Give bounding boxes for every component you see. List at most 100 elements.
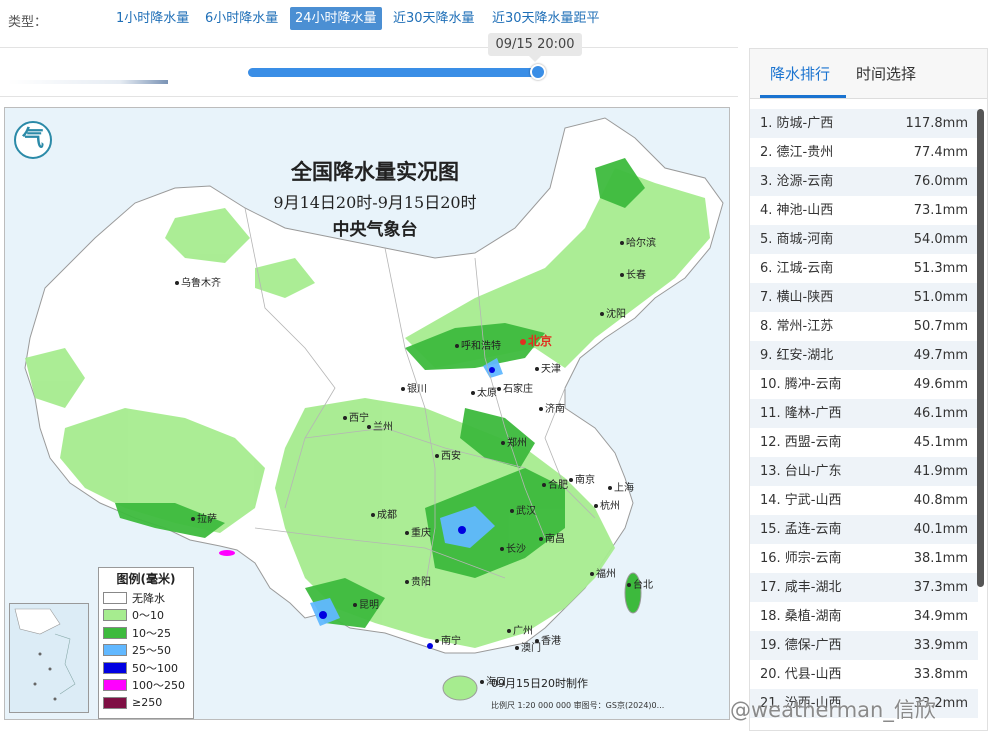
ranking-value: 51.3mm bbox=[913, 261, 968, 276]
tab-1h-precip[interactable]: 1小时降水量 bbox=[111, 7, 194, 30]
city-nanjing: 南京 bbox=[569, 471, 595, 486]
ranking-row[interactable]: 16. 师宗-云南 38.1mm bbox=[750, 544, 978, 573]
slider-fill bbox=[248, 68, 538, 77]
timeline-minibar bbox=[8, 80, 168, 84]
time-slider[interactable] bbox=[248, 64, 546, 80]
ranking-row[interactable]: 14. 宁武-山西 40.8mm bbox=[750, 486, 978, 515]
city-fuzhou: 福州 bbox=[590, 565, 616, 580]
ranking-row[interactable]: 12. 西盟-云南 45.1mm bbox=[750, 428, 978, 457]
city-taipei: 台北 bbox=[627, 576, 653, 591]
ranking-value: 51.0mm bbox=[913, 290, 968, 305]
ranking-station: 11. 隆林-广西 bbox=[760, 406, 842, 421]
city-yinchuan: 银川 bbox=[401, 380, 427, 395]
ranking-row[interactable]: 6. 江城-云南 51.3mm bbox=[750, 254, 978, 283]
cma-logo: 气 bbox=[14, 121, 52, 159]
legend-item: 无降水 bbox=[103, 589, 189, 607]
map-made-time: 09月15日20时制作 bbox=[491, 677, 588, 690]
ranking-station: 14. 宁武-山西 bbox=[760, 493, 842, 508]
app-root: 类型： 1小时降水量 6小时降水量 24小时降水量 近30天降水量 近30天降水… bbox=[0, 0, 990, 731]
legend-swatch bbox=[103, 591, 127, 604]
ranking-row[interactable]: 13. 台山-广东 41.9mm bbox=[750, 457, 978, 486]
ranking-row[interactable]: 1. 防城-广西 117.8mm bbox=[750, 109, 978, 138]
ranking-station: 17. 咸丰-湖北 bbox=[760, 580, 842, 595]
city-xining: 西宁 bbox=[343, 409, 369, 424]
tab-6h-precip[interactable]: 6小时降水量 bbox=[200, 7, 283, 30]
ranking-row[interactable]: 11. 隆林-广西 46.1mm bbox=[750, 399, 978, 428]
precip-map: 气 全国降水量实况图 9月14日20时-9月15日20时 中央气象台 乌鲁木齐 … bbox=[4, 107, 730, 720]
ranking-row[interactable]: 20. 代县-山西 33.8mm bbox=[750, 660, 978, 689]
divider bbox=[0, 96, 738, 97]
ranking-row[interactable]: 3. 沧源-云南 76.0mm bbox=[750, 167, 978, 196]
ranking-station: 4. 神池-山西 bbox=[760, 203, 834, 218]
ranking-value: 117.8mm bbox=[905, 116, 968, 131]
ranking-row[interactable]: 8. 常州-江苏 50.7mm bbox=[750, 312, 978, 341]
type-bar: 类型： 1小时降水量 6小时降水量 24小时降水量 近30天降水量 近30天降水… bbox=[0, 0, 990, 36]
ranking-value: 41.9mm bbox=[913, 464, 968, 479]
ranking-value: 34.9mm bbox=[913, 609, 968, 624]
ranking-value: 49.6mm bbox=[913, 377, 968, 392]
ranking-row[interactable]: 17. 咸丰-湖北 37.3mm bbox=[750, 573, 978, 602]
ranking-row[interactable]: 2. 德江-贵州 77.4mm bbox=[750, 138, 978, 167]
ranking-row[interactable]: 10. 腾冲-云南 49.6mm bbox=[750, 370, 978, 399]
ranking-list: 1. 防城-广西 117.8mm 2. 德江-贵州 77.4mm 3. 沧源-云南 76.… bbox=[750, 109, 978, 718]
ranking-row[interactable]: 5. 商城-河南 54.0mm bbox=[750, 225, 978, 254]
active-tab-indicator bbox=[760, 95, 846, 98]
legend-item: ≥250 bbox=[103, 694, 189, 712]
city-hangzhou: 杭州 bbox=[594, 497, 620, 512]
ranking-station: 10. 腾冲-云南 bbox=[760, 377, 842, 392]
city-shijiazhuang: 石家庄 bbox=[497, 380, 533, 395]
ranking-row[interactable]: 18. 桑植-湖南 34.9mm bbox=[750, 602, 978, 631]
slider-handle[interactable] bbox=[530, 64, 546, 80]
ranking-station: 2. 德江-贵州 bbox=[760, 145, 834, 160]
ranking-value: 76.0mm bbox=[913, 174, 968, 189]
legend-title: 图例(毫米) bbox=[116, 572, 176, 586]
ranking-station: 12. 西盟-云南 bbox=[760, 435, 842, 450]
city-taiyuan: 太原 bbox=[471, 384, 497, 399]
city-kunming: 昆明 bbox=[353, 596, 379, 611]
city-hefei: 合肥 bbox=[542, 476, 568, 491]
tab-precip-ranking[interactable]: 降水排行 bbox=[770, 63, 830, 84]
ranking-value: 33.8mm bbox=[913, 667, 968, 682]
ranking-scrollbar[interactable] bbox=[977, 109, 984, 587]
ranking-station: 20. 代县-山西 bbox=[760, 667, 842, 682]
legend-label: 25～50 bbox=[132, 644, 171, 658]
legend-swatch bbox=[103, 626, 127, 639]
tab-24h-precip[interactable]: 24小时降水量 bbox=[290, 7, 382, 30]
ranking-row[interactable]: 15. 孟连-云南 40.1mm bbox=[750, 515, 978, 544]
city-zhengzhou: 郑州 bbox=[501, 434, 527, 449]
ranking-station: 15. 孟连-云南 bbox=[760, 522, 842, 537]
panel-tabs: 降水排行 时间选择 bbox=[750, 49, 987, 99]
city-beijing: 北京 bbox=[520, 332, 552, 349]
legend-label: 0～10 bbox=[132, 609, 164, 623]
city-xian: 西安 bbox=[435, 447, 461, 462]
ranking-row[interactable]: 4. 神池-山西 73.1mm bbox=[750, 196, 978, 225]
map-legend: 图例(毫米) 无降水 0～10 10～25 25～50 50～100 100～2… bbox=[98, 567, 194, 719]
hainan-island bbox=[442, 675, 478, 701]
city-wuhan: 武汉 bbox=[510, 502, 536, 517]
ranking-value: 37.3mm bbox=[913, 580, 968, 595]
legend-label: 50～100 bbox=[132, 661, 178, 675]
ranking-row[interactable]: 19. 德保-广西 33.9mm bbox=[750, 631, 978, 660]
city-urumqi: 乌鲁木齐 bbox=[175, 274, 221, 289]
tab-30d-anomaly[interactable]: 近30天降水量距平 bbox=[487, 7, 605, 30]
city-nanning: 南宁 bbox=[435, 632, 461, 647]
ranking-value: 77.4mm bbox=[913, 145, 968, 160]
ranking-row[interactable]: 9. 红安-湖北 49.7mm bbox=[750, 341, 978, 370]
map-title: 全国降水量实况图 bbox=[291, 159, 459, 184]
map-subtitle: 9月14日20时-9月15日20时 bbox=[273, 193, 477, 212]
city-guangzhou: 广州 bbox=[507, 622, 533, 637]
ranking-station: 16. 师宗-云南 bbox=[760, 551, 842, 566]
city-shenyang: 沈阳 bbox=[600, 305, 626, 320]
ranking-station: 3. 沧源-云南 bbox=[760, 174, 834, 189]
legend-swatch bbox=[103, 609, 127, 622]
legend-label: ≥250 bbox=[132, 696, 163, 710]
legend-item: 25～50 bbox=[103, 642, 189, 660]
tab-30d-precip[interactable]: 近30天降水量 bbox=[388, 7, 480, 30]
legend-item: 0～10 bbox=[103, 607, 189, 625]
ranking-row[interactable]: 7. 横山-陕西 51.0mm bbox=[750, 283, 978, 312]
ranking-station: 9. 红安-湖北 bbox=[760, 348, 834, 363]
tab-time-select[interactable]: 时间选择 bbox=[856, 63, 916, 84]
legend-swatch bbox=[103, 661, 127, 674]
legend-label: 无降水 bbox=[132, 591, 165, 605]
slider-time-tooltip: 09/15 20:00 bbox=[488, 33, 582, 62]
